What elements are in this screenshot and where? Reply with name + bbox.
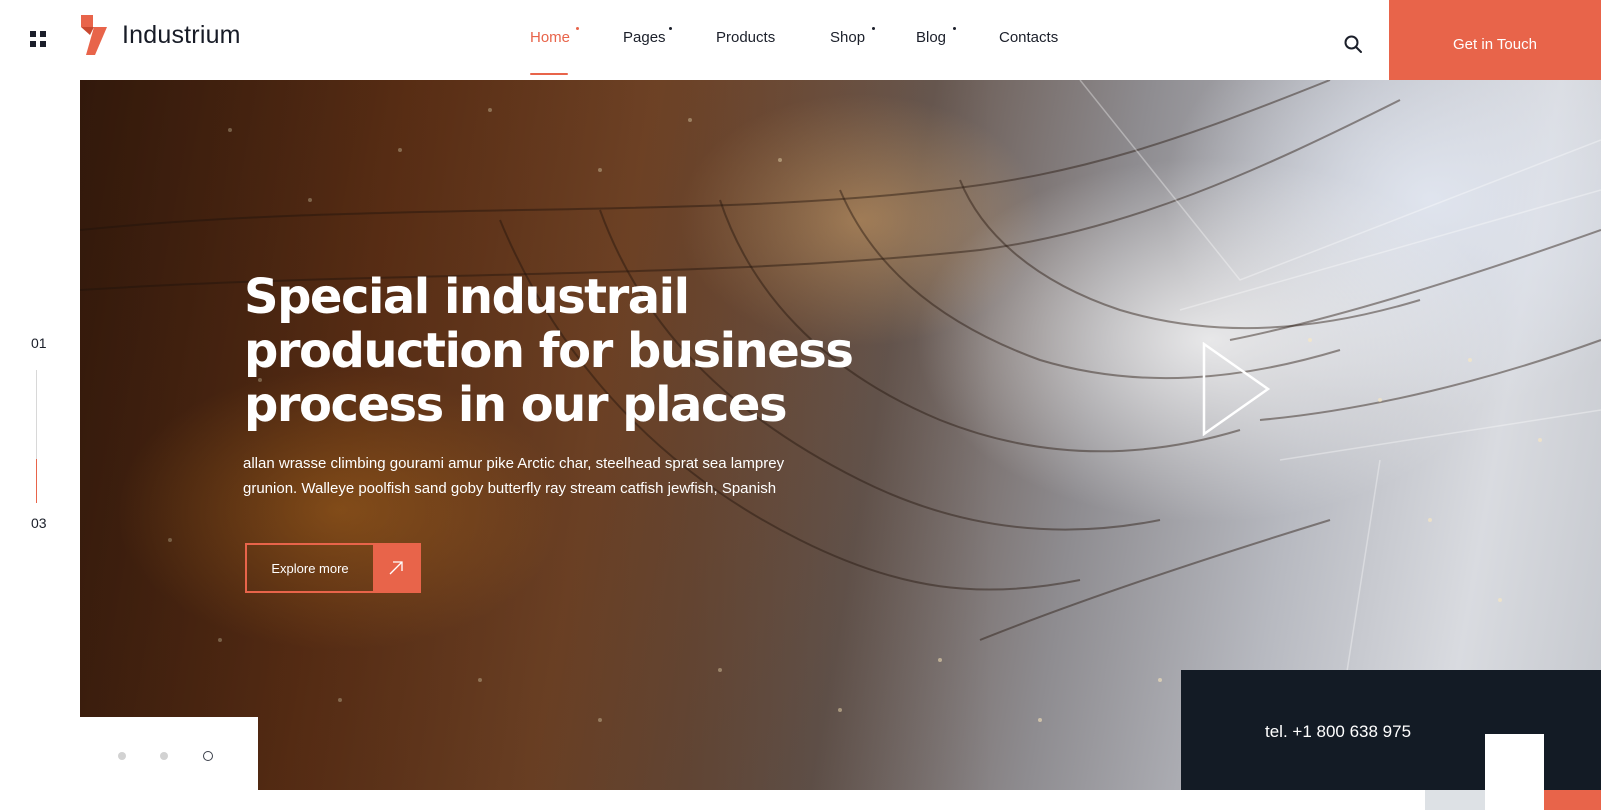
hero-description: allan wrasse climbing gourami amur pike … (243, 455, 785, 497)
slider-dot-1[interactable] (118, 752, 126, 760)
logo-mark-icon (81, 15, 107, 55)
hero-title-highlight: for business (538, 323, 854, 379)
logo[interactable]: Industrium (80, 14, 241, 56)
play-icon[interactable] (1202, 341, 1272, 437)
decorative-block (1485, 734, 1544, 810)
grid-menu-icon[interactable] (30, 31, 46, 47)
dropdown-dot-icon (576, 27, 579, 30)
active-nav-underline (530, 73, 568, 75)
slider-pagination (80, 717, 258, 790)
nav-shop-label: Shop (830, 29, 866, 46)
dropdown-dot-icon (953, 27, 956, 30)
nav-home-label: Home (530, 29, 571, 46)
nav-products[interactable]: Products (716, 29, 775, 46)
brand-name: Industrium (122, 20, 241, 49)
slider-dot-2[interactable] (160, 752, 168, 760)
decorative-block-gray (1425, 790, 1485, 810)
nav-contacts-label: Contacts (999, 29, 1059, 46)
nav-blog-label: Blog (916, 29, 947, 46)
dropdown-dot-icon (669, 27, 672, 30)
hero-title: Special industrail production for busine… (244, 270, 864, 432)
slide-progress-fill (36, 459, 37, 503)
hero-title-highlight-wrap: for business (538, 323, 857, 379)
nav-home[interactable]: Home (530, 27, 579, 46)
explore-more-button[interactable]: Explore more (245, 543, 421, 593)
search-icon[interactable] (1343, 34, 1363, 54)
arrow-up-right-icon (373, 545, 419, 591)
nav-contacts[interactable]: Contacts (999, 29, 1058, 46)
nav-pages[interactable]: Pages (623, 27, 672, 46)
get-in-touch-button[interactable]: Get in Touch (1389, 0, 1601, 89)
nav-blog[interactable]: Blog (916, 27, 956, 46)
phone-number[interactable]: tel. +1 800 638 975 (1265, 722, 1411, 742)
slide-progress-bar (36, 370, 37, 503)
slider-dot-3-active[interactable] (203, 751, 213, 761)
nav-products-label: Products (716, 29, 776, 46)
dropdown-dot-icon (872, 27, 875, 30)
site-header: Industrium Home Pages Products Shop Blog… (0, 0, 1601, 89)
slide-total-number: 03 (31, 515, 47, 531)
decorative-block-orange (1544, 790, 1601, 810)
hero-title-end: process in our places (244, 377, 788, 433)
nav-pages-label: Pages (623, 29, 666, 46)
slide-current-number: 01 (31, 335, 47, 351)
explore-more-label: Explore more (271, 560, 349, 576)
nav-shop[interactable]: Shop (830, 27, 875, 46)
